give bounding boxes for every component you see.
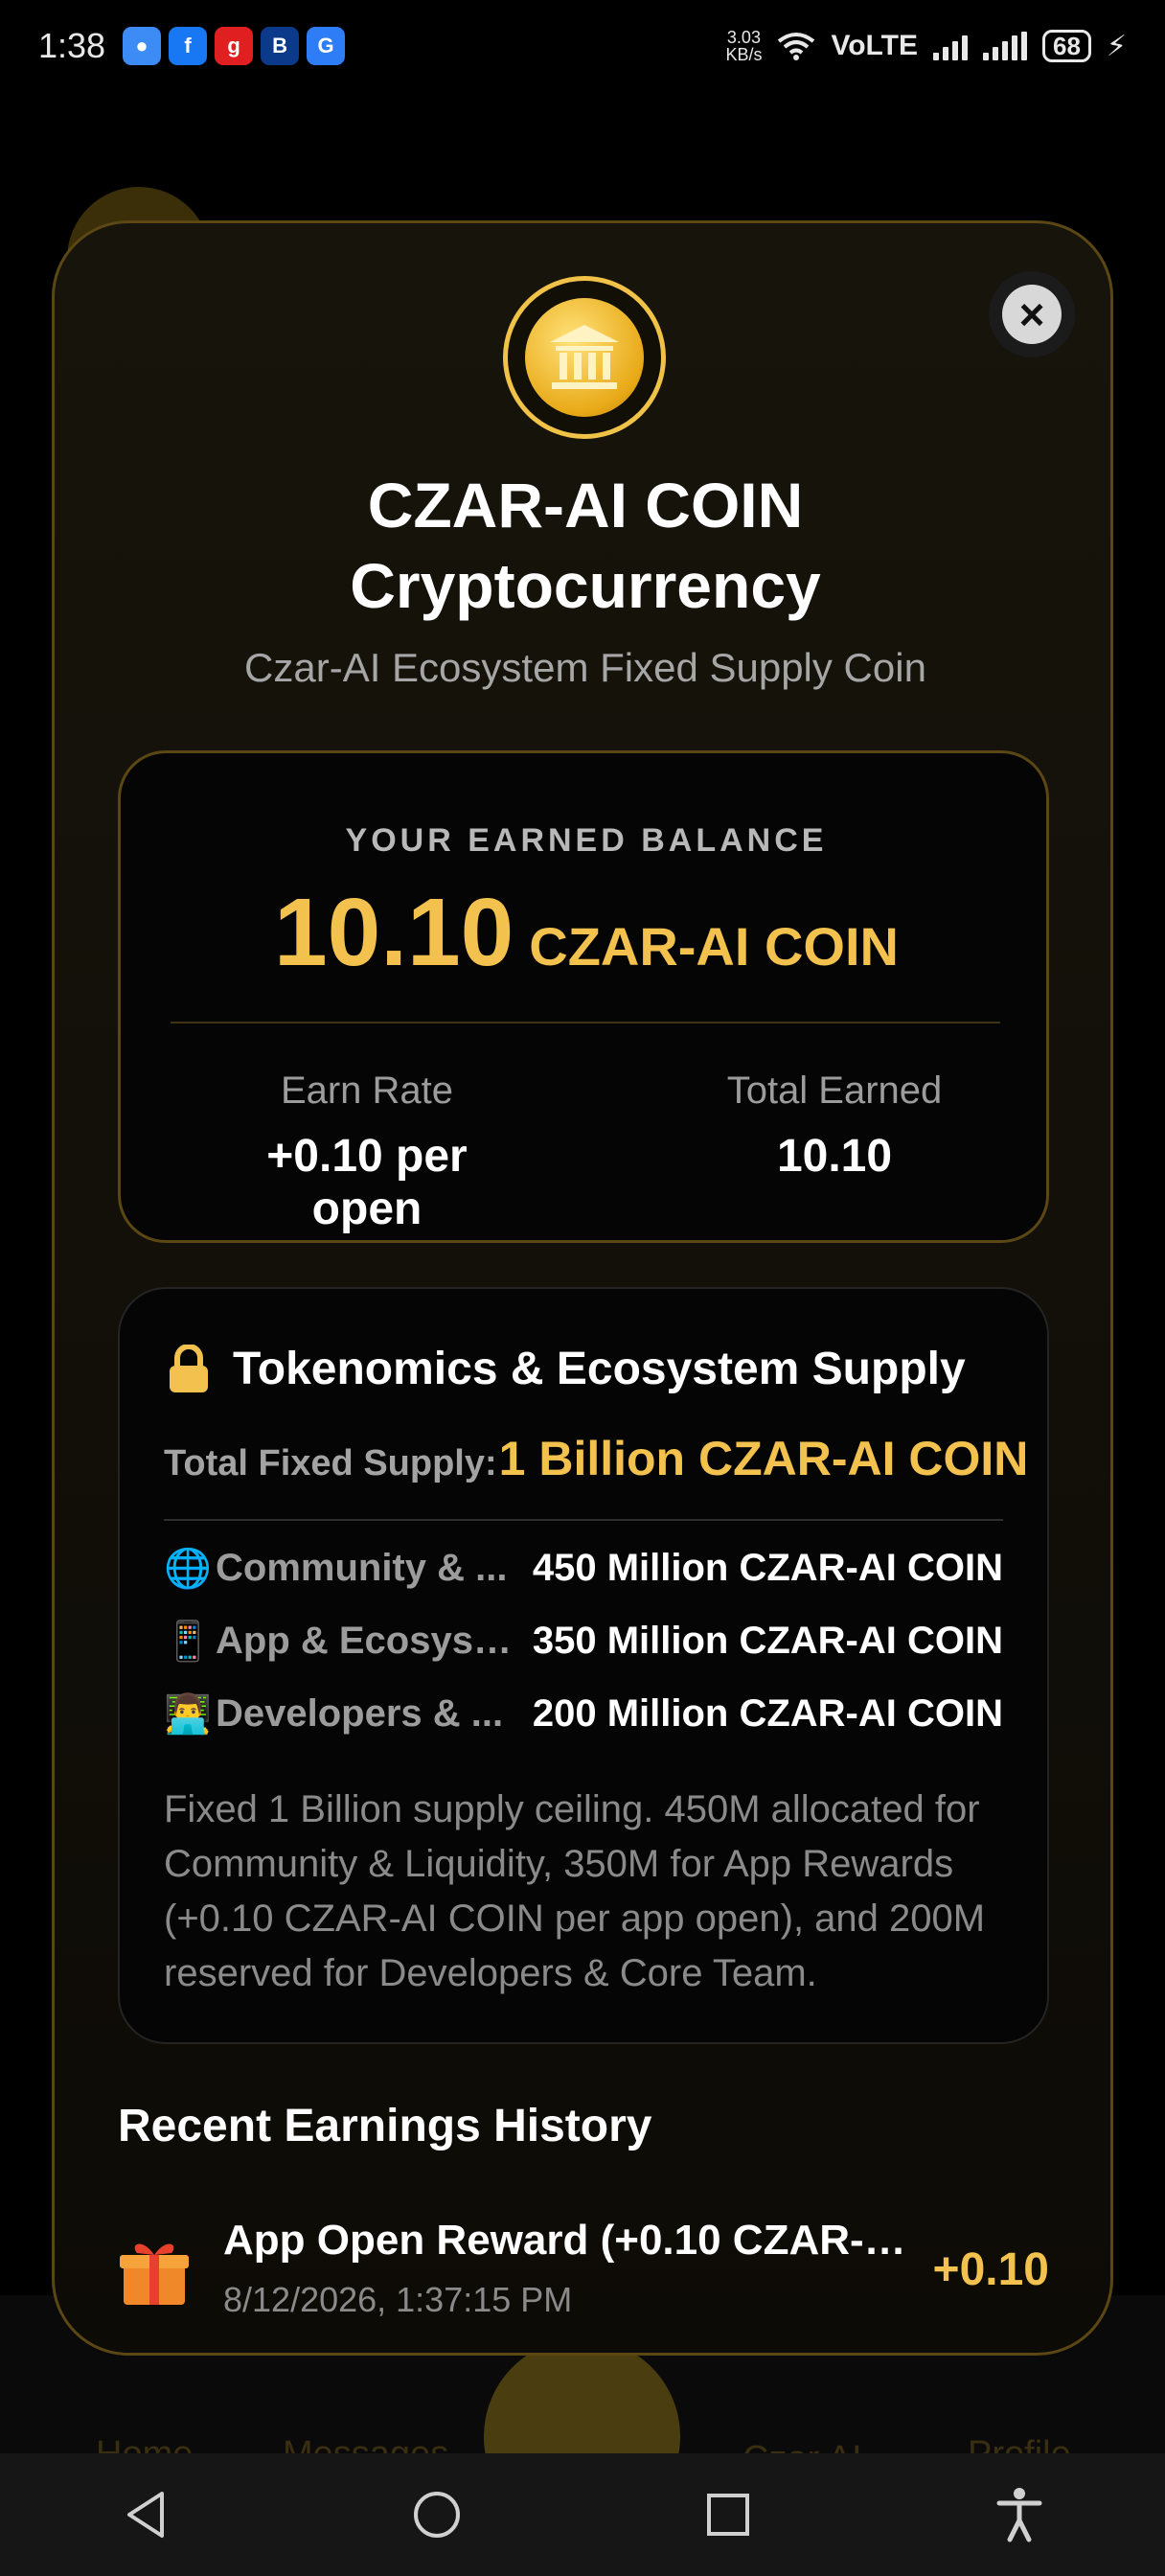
tokenomics-description: Fixed 1 Billion supply ceiling. 450M all… [164, 1788, 986, 1994]
back-icon [127, 2492, 164, 2538]
system-nav-bar [0, 2453, 1165, 2576]
signal-icon-2 [983, 32, 1027, 60]
total-supply-label: Total Fixed Supply: [164, 1443, 497, 1484]
home-button[interactable] [399, 2476, 475, 2553]
balance-divider [171, 1022, 1000, 1024]
recents-button[interactable] [690, 2476, 766, 2553]
tokenomics-divider [164, 1519, 1003, 1521]
coin-details-modal: × CZAR-AI COIN Cryptocurrency Czar-AI Ec… [52, 220, 1113, 2356]
balance-label: YOUR EARNED BALANCE [345, 822, 828, 859]
charging-icon: ⚡ [1106, 30, 1127, 62]
coin-logo [503, 276, 666, 439]
phone-icon: 📱 [164, 1621, 212, 1663]
balance-amount: 10.10 [274, 879, 514, 986]
allocation-row-app: 📱 App & Ecosyst... 350 Million CZAR-AI C… [164, 1619, 1003, 1664]
balance-unit: CZAR-AI COIN [529, 916, 899, 977]
accessibility-button[interactable] [981, 2476, 1058, 2553]
wallet-app-icon: g [215, 27, 254, 65]
history-item-amount: +0.10 [932, 2244, 1049, 2295]
net-speed: 3.03 KB/s [725, 28, 763, 64]
close-icon: × [1002, 285, 1062, 344]
total-earned-stat: Total Earned 10.10 [676, 1070, 993, 1183]
modal-subtitle: Czar-AI Ecosystem Fixed Supply Coin [244, 645, 926, 690]
tokenomics-title: Tokenomics & Ecosystem Supply [233, 1344, 966, 1394]
battery-indicator: 68 [1042, 30, 1091, 62]
tokenomics-card: Tokenomics & Ecosystem Supply Total Fixe… [118, 1287, 1049, 2044]
history-item-label: App Open Reward (+0.10 CZAR-A... [223, 2217, 913, 2264]
total-earned-value: 10.10 [776, 1131, 893, 1182]
allocation-row-community: 🌐 Community & ... 450 Million CZAR-AI CO… [164, 1546, 1003, 1591]
bank-app-icon: B [261, 27, 300, 65]
globe-icon: 🌐 [164, 1548, 212, 1590]
g-app-icon: G [307, 27, 346, 65]
status-bar: 1:38 ● f g B G 3.03 KB/s VoLTE 68 ⚡ [0, 0, 1165, 92]
volte-label: VoLTE [831, 30, 918, 61]
facebook-icon: f [169, 27, 208, 65]
total-supply-row: Total Fixed Supply: 1 Billion CZAR-AI CO… [164, 1431, 1028, 1486]
bank-coin-icon [525, 298, 644, 417]
allocation-amount: 350 Million CZAR-AI COIN [532, 1620, 1003, 1662]
status-time: 1:38 [38, 26, 106, 65]
history-item-date: 8/12/2026, 1:37:15 PM [223, 2280, 573, 2319]
total-earned-label: Total Earned [726, 1070, 943, 1112]
modal-title-line1: CZAR-AI COIN [367, 470, 804, 540]
allocation-name: Developers & ... [216, 1692, 504, 1735]
balance-row: 10.10 CZAR-AI COIN [121, 878, 1052, 988]
recents-icon [707, 2494, 749, 2536]
allocation-name: Community & ... [216, 1547, 508, 1589]
notification-icons: ● f g B G [123, 27, 346, 65]
balance-card: YOUR EARNED BALANCE 10.10 CZAR-AI COIN E… [118, 750, 1049, 1243]
lock-icon [170, 1344, 208, 1392]
signal-icon-1 [933, 32, 968, 60]
gift-icon [120, 2243, 189, 2305]
history-item: App Open Reward (+0.10 CZAR-A... 8/12/20… [118, 2217, 1049, 2332]
developer-icon: 👨‍💻 [164, 1693, 212, 1736]
allocation-name: App & Ecosyst... [216, 1620, 513, 1662]
allocation-row-developers: 👨‍💻 Developers & ... 200 Million CZAR-AI… [164, 1691, 1003, 1736]
tokenomics-header: Tokenomics & Ecosystem Supply [168, 1343, 966, 1395]
earn-rate-stat: Earn Rate +0.10 per open [209, 1070, 525, 1235]
history-title: Recent Earnings History [118, 2101, 652, 2151]
home-circle-icon [414, 2492, 460, 2538]
earn-rate-value: +0.10 per open [266, 1131, 468, 1234]
total-supply-value: 1 Billion CZAR-AI COIN [498, 1432, 1029, 1485]
chat-app-icon: ● [123, 27, 162, 65]
close-button[interactable]: × [989, 271, 1075, 357]
wifi-icon [778, 33, 815, 60]
back-button[interactable] [107, 2476, 184, 2553]
allocation-amount: 200 Million CZAR-AI COIN [532, 1692, 1003, 1735]
allocation-amount: 450 Million CZAR-AI COIN [532, 1547, 1003, 1589]
accessibility-icon [996, 2488, 1042, 2542]
earn-rate-label: Earn Rate [280, 1070, 454, 1112]
modal-title-line2: Cryptocurrency [350, 550, 821, 621]
